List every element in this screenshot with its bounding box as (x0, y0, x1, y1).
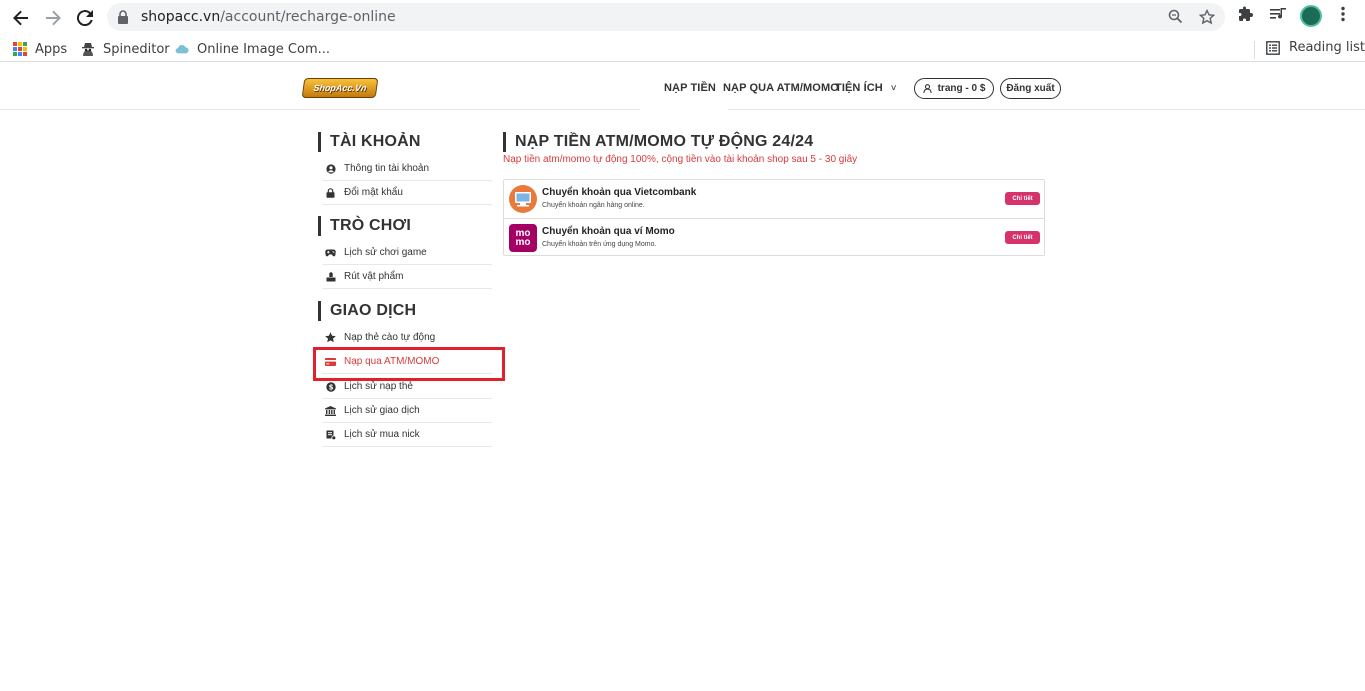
sidebar-item-withdraw-items[interactable]: Rút vật phẩm (322, 265, 492, 289)
bookmark-apps[interactable]: Apps (13, 40, 67, 58)
method-row-momo[interactable]: mo mo Chuyển khoản qua ví Momo Chuyển kh… (504, 218, 1044, 256)
site-logo[interactable]: ShopAcc.Vn (301, 78, 379, 98)
method-title: Chuyển khoản qua ví Momo (542, 226, 675, 237)
dollar-circle-icon: $ (325, 381, 336, 392)
sidebar-item-game-history[interactable]: Lịch sử chơi game (322, 241, 492, 265)
reading-list-button[interactable]: Reading list (1266, 40, 1365, 55)
logout-button[interactable]: Đăng xuất (1000, 78, 1061, 99)
momo-logo-icon: mo mo (509, 224, 537, 252)
method-desc: Chuyển khoản ngân hàng online. (542, 202, 645, 209)
menu-nap-atm-momo[interactable]: NẠP QUA ATM/MOMO (723, 82, 839, 94)
sidebar-item-transaction-history[interactable]: Lịch sử giao dịch (322, 399, 492, 423)
user-icon (922, 84, 932, 93)
star-icon (325, 332, 336, 343)
page-subtitle: Nạp tiền atm/momo tự động 100%, cộng tiề… (503, 154, 858, 165)
browser-toolbar: shopacc.vn/account/recharge-online (0, 0, 1365, 35)
spy-icon (82, 43, 94, 56)
bookmark-spineditor[interactable]: Spineditor (81, 40, 170, 58)
lock-icon (118, 10, 128, 24)
cloud-icon (175, 44, 189, 54)
user-balance-button[interactable]: trang - 0 $ (914, 78, 994, 99)
reload-icon[interactable] (73, 6, 97, 30)
section-title-tai-khoan: TÀI KHOẢN (318, 132, 421, 152)
profile-avatar[interactable] (1300, 5, 1322, 27)
detail-button-momo[interactable]: Chi tiết (1005, 231, 1040, 244)
sidebar-item-account-info[interactable]: Thông tin tài khoản (322, 157, 492, 181)
bookmarks-bar: Apps Spineditor Online Image Com... Read… (0, 35, 1365, 62)
method-title: Chuyển khoản qua Vietcombank (542, 187, 697, 198)
url-text: shopacc.vn/account/recharge-online (141, 9, 396, 25)
lock-icon (325, 187, 336, 198)
annotation-highlight-box (313, 347, 505, 381)
bookmark-star-icon[interactable] (1198, 8, 1216, 25)
gamepad-icon (325, 247, 336, 258)
section-title-tro-choi: TRÒ CHƠI (318, 216, 411, 236)
sidebar-item-nick-history[interactable]: Lịch sử mua nick (322, 423, 492, 447)
menu-tien-ich[interactable]: TIỆN ÍCH ˅ (835, 82, 896, 94)
menu-nap-tien[interactable]: NẠP TIỀN (664, 82, 716, 94)
extensions-icon[interactable] (1235, 6, 1257, 28)
apps-grid-icon (13, 42, 27, 56)
page-title: NẠP TIỀN ATM/MOMO TỰ ĐỘNG 24/24 (503, 132, 813, 152)
browser-menu-icon[interactable] (1332, 6, 1354, 28)
media-queue-icon[interactable] (1267, 6, 1289, 28)
reading-list-icon (1266, 40, 1280, 55)
forward-icon[interactable] (41, 6, 65, 30)
cart-icon (325, 429, 336, 440)
zoom-icon[interactable] (1167, 9, 1183, 25)
payment-methods-list: Chuyển khoản qua Vietcombank Chuyển khoả… (503, 179, 1045, 256)
sidebar-item-change-password[interactable]: Đổi mật khẩu (322, 181, 492, 205)
bookmarks-divider (1254, 41, 1255, 59)
withdraw-icon (325, 271, 336, 282)
back-icon[interactable] (9, 6, 33, 30)
method-desc: Chuyển khoản trên ứng dụng Momo. (542, 241, 657, 248)
user-circle-icon (325, 163, 336, 174)
address-bar[interactable]: shopacc.vn/account/recharge-online (107, 3, 1225, 31)
bank-icon (325, 405, 336, 416)
chevron-down-icon: ˅ (891, 83, 897, 93)
site-header: ShopAcc.Vn NẠP TIỀN NẠP QUA ATM/MOMO TIỆ… (0, 66, 1365, 110)
method-row-vietcombank[interactable]: Chuyển khoản qua Vietcombank Chuyển khoả… (504, 180, 1044, 218)
vietcombank-logo-icon (509, 185, 537, 213)
svg-text:$: $ (328, 383, 333, 391)
section-title-giao-dich: GIAO DỊCH (318, 301, 416, 321)
detail-button-vietcombank[interactable]: Chi tiết (1005, 192, 1040, 205)
bookmark-online-image[interactable]: Online Image Com... (175, 40, 330, 58)
